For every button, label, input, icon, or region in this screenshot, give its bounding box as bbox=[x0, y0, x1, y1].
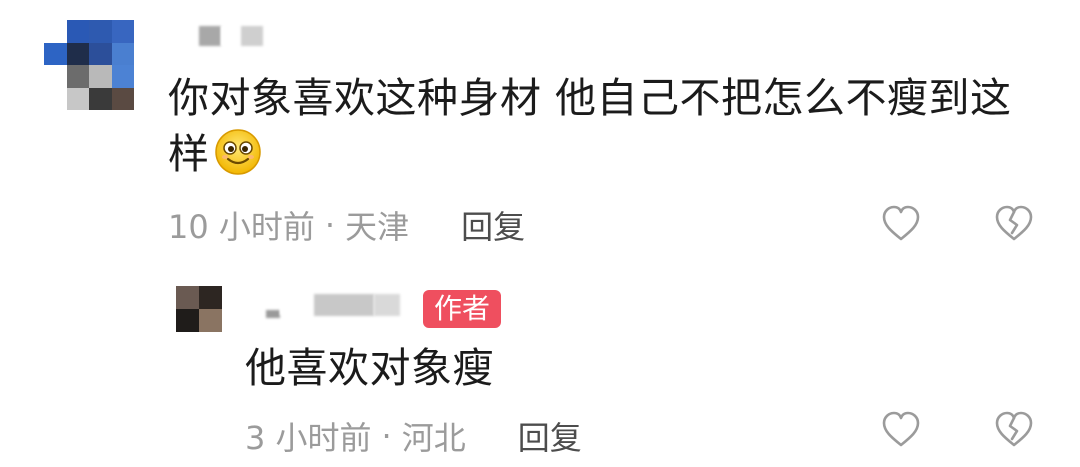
smiling-face-emoji bbox=[214, 128, 262, 176]
heart-icon[interactable] bbox=[880, 409, 922, 451]
timestamp: 3 小时前 bbox=[245, 419, 372, 457]
broken-heart-icon[interactable] bbox=[993, 409, 1035, 451]
username-redacted[interactable] bbox=[199, 26, 263, 46]
meta-separator: · bbox=[381, 417, 392, 455]
location: 天津 bbox=[345, 208, 410, 246]
username-redacted[interactable] bbox=[266, 292, 400, 318]
reply-button[interactable]: 回复 bbox=[518, 413, 582, 459]
location: 河北 bbox=[401, 419, 466, 457]
comment-text: 你对象喜欢这种身材 他自己不把怎么不瘦到这样 bbox=[168, 74, 1012, 178]
comment-meta: 3 小时前 · 河北 回复 bbox=[245, 413, 582, 459]
reply-button[interactable]: 回复 bbox=[461, 202, 525, 248]
timestamp: 10 小时前 bbox=[168, 208, 315, 246]
heart-icon[interactable] bbox=[880, 203, 922, 245]
broken-heart-icon[interactable] bbox=[993, 203, 1035, 245]
comment-meta: 10 小时前 · 天津 回复 bbox=[168, 202, 525, 248]
meta-separator: · bbox=[324, 206, 336, 244]
avatar[interactable] bbox=[176, 286, 222, 332]
comment-text: 他喜欢对象瘦 bbox=[245, 344, 494, 392]
avatar[interactable] bbox=[44, 20, 134, 110]
author-badge: 作者 bbox=[423, 290, 501, 328]
